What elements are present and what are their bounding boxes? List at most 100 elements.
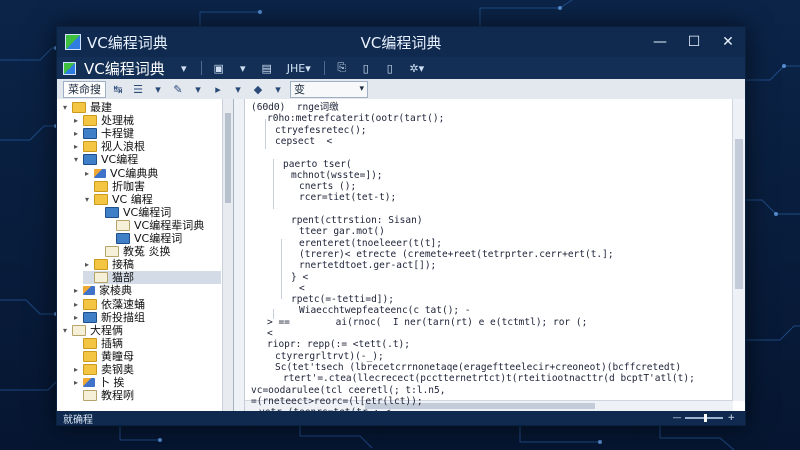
tree-item[interactable]: VC编程词 [94, 206, 171, 219]
tree-item[interactable]: VC编程辈词典 [105, 219, 204, 232]
database-icon[interactable]: ▤ [258, 60, 276, 76]
collapse-icon[interactable]: ▾ [72, 153, 80, 166]
collapse-icon[interactable]: ▾ [61, 101, 69, 114]
tree-item[interactable]: ▸ 卜 挨 [72, 376, 125, 389]
dropdown-icon[interactable]: ▾ [234, 60, 252, 76]
code-line: } < [291, 271, 309, 283]
dropdown-icon[interactable]: ▾ [270, 82, 286, 97]
expand-icon[interactable]: ▸ [72, 114, 80, 127]
zoom-out-icon[interactable]: — [672, 413, 681, 423]
expand-icon[interactable]: ▸ [72, 311, 80, 324]
code-line: ctyrergrltrvt)(-_); [275, 350, 384, 362]
expand-icon[interactable]: ▸ [72, 363, 80, 376]
tree-item[interactable]: ▸ 卡程键 [72, 127, 134, 140]
tree-item-label: 依藻速蛹 [101, 297, 145, 311]
zoom-slider-knob[interactable] [704, 414, 708, 422]
folder-icon [83, 364, 97, 375]
expand-icon[interactable]: ▸ [72, 140, 80, 153]
indent-icon[interactable]: ↹ [110, 82, 126, 97]
list-icon[interactable]: ☰ [130, 82, 146, 97]
expand-icon[interactable]: ▸ [72, 284, 80, 297]
zoom-control[interactable]: — + [672, 413, 735, 423]
code-line: vc=oodarulee(tcl ceeretl(; t:l.n5, [251, 384, 446, 396]
dropdown-icon[interactable]: ▾ [150, 82, 166, 97]
dropdown-icon[interactable]: ▾ [230, 82, 246, 97]
code-line: rpent(cttrstion: Sisan) [291, 215, 423, 226]
book-icon [116, 233, 130, 244]
tree-item[interactable]: 教程咧 [72, 389, 134, 402]
maximize-button[interactable]: ☐ [677, 27, 711, 57]
panel-splitter[interactable] [234, 99, 245, 411]
expand-icon[interactable]: ▸ [83, 167, 91, 180]
expand-icon[interactable]: ▸ [72, 298, 80, 311]
tree-item[interactable]: ▸ 依藻速蛹 [72, 298, 145, 311]
tab-search[interactable]: 菜命搜 [63, 80, 106, 98]
menu-dropdown-icon[interactable]: ▾ [175, 60, 193, 76]
code-line: tteer gar.mot() [299, 226, 385, 238]
status-text: 就确程 [63, 414, 93, 426]
expand-icon[interactable]: ▸ [72, 127, 80, 140]
folder-icon[interactable]: ▯ [357, 60, 375, 76]
tree-item[interactable]: 黄瞳母 [72, 350, 134, 363]
book-icon [83, 128, 97, 140]
app-window: VC编程词典 VC编程词典 — ☐ ✕ VC编程词典 ▾ ▣ ▾ ▤ JHE▾ … [56, 26, 746, 426]
tree-item[interactable]: ▸ 家棱典 [72, 284, 132, 297]
tree-item[interactable]: ▸ 卖钢奥 [72, 363, 134, 376]
tree-item[interactable]: 教菟 炎换 [94, 245, 171, 258]
filter-dropdown[interactable]: 变 ▾ [290, 80, 368, 98]
encoding-dropdown[interactable]: JHE▾ [282, 60, 316, 76]
zoom-slider[interactable] [685, 414, 724, 422]
code-editor[interactable]: (6ΘdΘ) rnge词缴 r0ho:metrefcaterit(ootr(tar… [245, 99, 745, 411]
code-line: rpetc(=-tetti=d]); [291, 294, 394, 306]
edit-icon[interactable]: ✎ [170, 82, 186, 97]
tree-scrollbar-thumb[interactable] [225, 113, 231, 203]
tree-scrollbar[interactable] [222, 99, 233, 411]
tree-item[interactable]: 猫部 [83, 271, 221, 285]
dropdown-icon[interactable]: ▾ [190, 82, 206, 97]
tree-item[interactable]: ▾ 大程俩 [61, 324, 123, 337]
tree-item[interactable]: VC编程词 [105, 232, 182, 245]
expand-icon[interactable]: ▸ [72, 376, 80, 389]
tree-item[interactable]: ▾ 最建 [61, 101, 112, 114]
editor-scrollbar-thumb[interactable] [735, 139, 743, 289]
doc-icon [72, 324, 86, 336]
app-logo-icon [65, 34, 81, 50]
zoom-in-icon[interactable]: + [727, 413, 735, 423]
tree-item-label: 黄瞳母 [101, 349, 134, 363]
code-line: =(rneteect>reorc=(l[etr(lct)); [251, 395, 423, 407]
tree-item-label: 猫部 [112, 271, 134, 285]
tree-item[interactable]: 插辆 [72, 337, 123, 350]
collapse-icon[interactable]: ▾ [61, 324, 69, 337]
collapse-icon[interactable]: ▾ [83, 193, 91, 206]
tree-item-label: VC编程词 [134, 232, 183, 245]
save-icon[interactable]: ▣ [210, 60, 228, 76]
tree-item[interactable]: 折咖害 [83, 180, 145, 193]
tree-item-label: VC编程 [101, 153, 139, 167]
tree-item[interactable]: ▸ 视人浪根 [72, 140, 145, 153]
tree-item[interactable]: ▾ VC编程 [72, 153, 138, 166]
menu-title[interactable]: VC编程词典 [84, 58, 165, 79]
copy-icon[interactable]: ⎘ [333, 60, 351, 76]
title-bar[interactable]: VC编程词典 VC编程词典 — ☐ ✕ [57, 27, 745, 57]
tree-item-label: 教菟 炎换 [123, 245, 171, 259]
expand-icon[interactable]: ▸ [83, 258, 91, 271]
menu-separator [200, 61, 202, 75]
tree-item-label: VC编程辈词典 [134, 218, 205, 232]
tree-item[interactable]: ▸ 接稿 [83, 258, 134, 271]
page-icon[interactable]: ▯ [381, 60, 399, 76]
diamond-icon[interactable]: ◆ [250, 82, 266, 97]
minimize-button[interactable]: — [643, 27, 677, 57]
tree-item-label: 卡程键 [101, 127, 134, 141]
run-icon[interactable]: ▸ [210, 82, 226, 97]
tree-item[interactable]: ▸ 新投描组 [72, 311, 145, 324]
close-button[interactable]: ✕ [711, 27, 745, 57]
editor-vertical-scrollbar[interactable] [732, 99, 745, 401]
tree-item[interactable]: ▸ VC编典典 [83, 167, 158, 180]
tree-panel: ▾ 最建 ▸ 处理械 ▸ 卡程键 ▸ 视人浪根 ▾ VC编程 ▸ VC编典典 折咖害 ▾ VC 编程 VC编程… [57, 99, 234, 411]
tree-item[interactable]: ▾ VC 编程 [83, 193, 153, 206]
code-line: cnerts (); [299, 181, 357, 193]
settings-icon[interactable]: ✲▾ [405, 60, 429, 76]
code-line: paerto tser( [283, 158, 352, 170]
tree-item[interactable]: ▸ 处理械 [72, 114, 134, 127]
tree-item-label: 卜 挨 [99, 376, 125, 390]
